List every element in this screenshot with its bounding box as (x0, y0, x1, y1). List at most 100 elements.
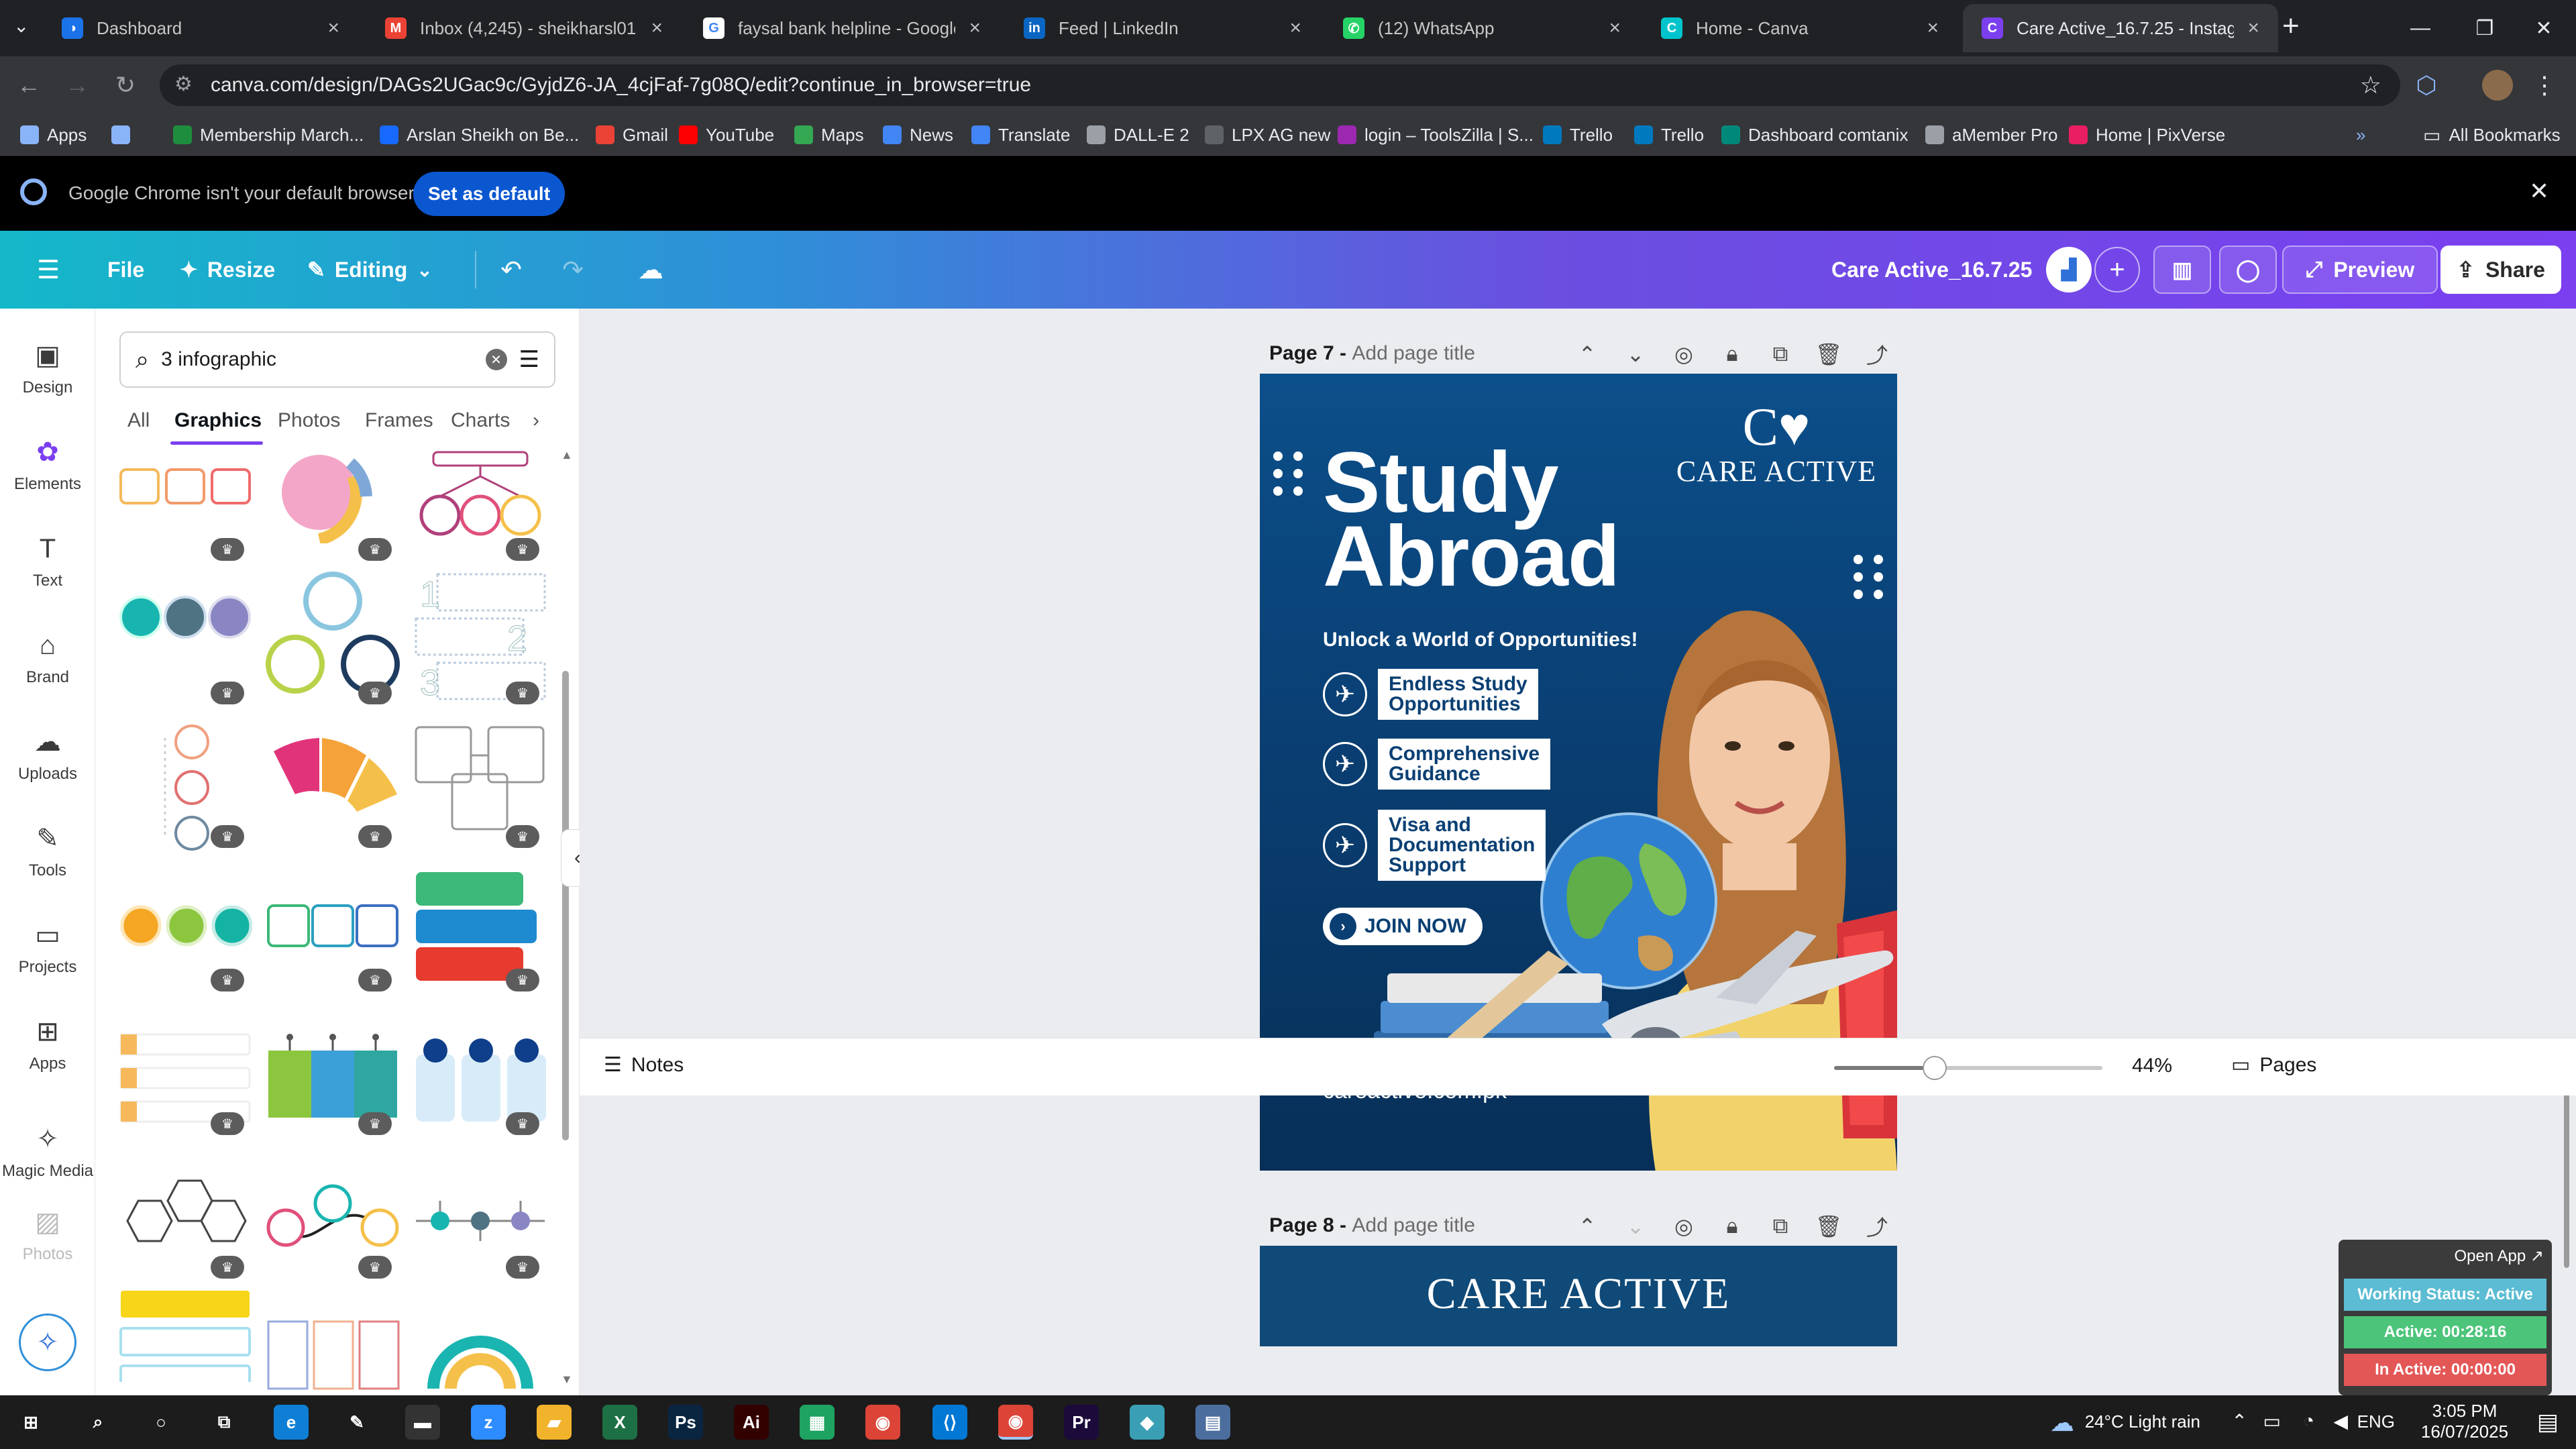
file-menu-button[interactable]: File (107, 250, 144, 290)
all-bookmarks-button[interactable]: ▭ All Bookmarks (2423, 122, 2561, 148)
team-avatar[interactable]: ▟ (2046, 247, 2092, 292)
graphic-item[interactable] (413, 1030, 547, 1165)
tray-chevron-icon[interactable]: ⌃ (2232, 1410, 2247, 1432)
hide-page-icon[interactable]: ◎ (1670, 1213, 1697, 1240)
network-icon[interactable]: ▭ (2263, 1410, 2281, 1432)
graphic-item[interactable] (118, 899, 253, 1033)
resize-button[interactable]: ✦ Resize (180, 250, 275, 290)
page-7-title[interactable]: Page 7 - Add page title (1269, 342, 1475, 365)
close-tab-icon[interactable]: × (1289, 17, 1301, 40)
bookmark-item[interactable]: YouTube (679, 122, 774, 148)
spreadsheet-icon[interactable]: ▦ (800, 1405, 835, 1440)
reload-icon[interactable]: ↻ (110, 70, 141, 101)
comment-icon[interactable]: ◯ (2219, 246, 2277, 294)
cortana-icon[interactable]: ○ (144, 1405, 178, 1440)
rail-item-photos[interactable]: ▨ Photos (0, 1191, 95, 1279)
main-menu-icon[interactable]: ☰ (30, 251, 67, 288)
bookmark-item[interactable]: Maps (794, 122, 864, 148)
illustrator-icon[interactable]: Ai (734, 1405, 769, 1440)
zoom-icon[interactable]: z (471, 1405, 506, 1440)
duplicate-page-icon[interactable]: ⧉ (1767, 341, 1794, 368)
rail-item-brand[interactable]: ⌂ Brand (0, 614, 95, 702)
more-bookmarks-icon[interactable]: » (2356, 122, 2365, 148)
close-tab-icon[interactable]: × (969, 17, 981, 40)
panel-scroll-thumb[interactable] (562, 671, 569, 1140)
browser-tab[interactable]: ◑ Dashboard × (43, 4, 358, 52)
calculator-icon[interactable]: ▤ (1195, 1405, 1230, 1440)
page-8-title[interactable]: Page 8 - Add page title (1269, 1214, 1475, 1237)
care-active-logo[interactable]: C♥ CARE ACTIVE (1676, 400, 1877, 488)
add-page-icon[interactable]: ⤴ (1864, 341, 1890, 368)
delete-page-icon[interactable]: 🗑︎ (1815, 341, 1843, 368)
move-page-down-icon[interactable]: ⌄ (1622, 341, 1649, 368)
bookmark-item[interactable]: Trello (1543, 122, 1613, 148)
graphic-item[interactable] (266, 449, 400, 584)
share-button[interactable]: ⇪ Share (2440, 246, 2561, 294)
invite-plus-icon[interactable]: + (2094, 247, 2140, 292)
address-bar[interactable]: ⚙ canva.com/design/DAGs2UGac9c/GyjdZ6-JA… (160, 64, 2400, 106)
rail-item-elements[interactable]: ✿ Elements (0, 421, 95, 508)
photoshop-icon[interactable]: Ps (668, 1405, 703, 1440)
open-app-link[interactable]: Open App ↗ (2454, 1246, 2544, 1266)
feature-item[interactable]: ✈ Visa and Documentation Support (1323, 810, 1546, 881)
pages-button[interactable]: ▭ Pages (2231, 1053, 2316, 1077)
page-8-title-placeholder[interactable]: Add page title (1352, 1214, 1474, 1236)
bookmark-item[interactable]: Dashboard comtanix (1721, 122, 1908, 148)
magic-assistant-icon[interactable]: ✧ (19, 1313, 76, 1371)
close-window-button[interactable]: ✕ (2512, 0, 2576, 56)
undo-icon[interactable]: ↶ (492, 251, 530, 288)
tab-frames[interactable]: Frames (365, 409, 433, 432)
bookmark-item[interactable]: Translate (971, 122, 1070, 148)
minimize-button[interactable]: — (2388, 0, 2453, 56)
close-tab-icon[interactable]: × (1927, 17, 1939, 40)
graphic-item[interactable] (266, 1030, 400, 1165)
app-icon[interactable]: ◆ (1130, 1405, 1165, 1440)
bookmark-item[interactable]: LPX AG new (1205, 122, 1330, 148)
page-8-artwork[interactable]: CARE ACTIVE (1260, 1246, 1897, 1346)
bookmark-item[interactable] (111, 122, 138, 148)
lock-page-icon[interactable]: 🔒︎ (1719, 1213, 1746, 1240)
bookmark-item[interactable]: Gmail (596, 122, 668, 148)
zoom-percentage[interactable]: 44% (2132, 1055, 2172, 1077)
premiere-icon[interactable]: Pr (1064, 1405, 1099, 1440)
new-tab-button[interactable]: + (2282, 9, 2300, 43)
bookmark-item[interactable]: Trello (1634, 122, 1704, 148)
restore-button[interactable]: ❐ (2453, 0, 2517, 56)
notifications-icon[interactable]: ▤ (2537, 1409, 2559, 1436)
back-arrow-icon[interactable]: ← (13, 70, 44, 101)
graphic-item[interactable] (266, 1174, 400, 1308)
search-input[interactable]: 3 infographic (161, 348, 473, 371)
design-tagline[interactable]: Unlock a World of Opportunities! (1323, 629, 1638, 651)
bookmark-star-icon[interactable]: ☆ (2360, 71, 2381, 99)
move-page-up-icon[interactable]: ⌃ (1574, 341, 1601, 368)
feature-item[interactable]: ✈ Endless Study Opportunities (1323, 669, 1538, 720)
bookmark-item[interactable]: DALL-E 2 (1087, 122, 1189, 148)
move-page-down-icon[interactable]: ⌄ (1622, 1213, 1649, 1240)
graphic-item[interactable] (413, 449, 547, 584)
feature-item[interactable]: ✈ Comprehensive Guidance (1323, 739, 1551, 790)
browser-tab[interactable]: C Home - Canva × (1642, 4, 1957, 52)
bookmark-item[interactable]: News (883, 122, 953, 148)
delete-page-icon[interactable]: 🗑︎ (1815, 1213, 1843, 1240)
hide-page-icon[interactable]: ◎ (1670, 341, 1697, 368)
zoom-slider-handle[interactable] (1923, 1056, 1947, 1080)
close-infobar-icon[interactable]: ✕ (2529, 177, 2549, 205)
forward-arrow-icon[interactable]: → (62, 70, 93, 101)
bookmark-item[interactable]: Home | PixVerse (2069, 122, 2225, 148)
page-7-title-placeholder[interactable]: Add page title (1352, 342, 1474, 364)
set-default-button[interactable]: Set as default (413, 172, 565, 216)
volume-icon[interactable]: ◀︎ (2333, 1410, 2348, 1432)
filter-icon[interactable]: ☰ (519, 346, 539, 373)
bookmark-item[interactable]: Apps (20, 122, 87, 148)
close-tab-icon[interactable]: × (2247, 17, 2259, 40)
browser-tab[interactable]: ✆ (12) WhatsApp × (1324, 4, 1640, 52)
chrome-menu-icon[interactable]: ⋮ (2529, 70, 2560, 101)
add-page-icon[interactable]: ⤴ (1864, 1213, 1890, 1240)
language-indicator[interactable]: ENG (2357, 1411, 2395, 1432)
tab-all[interactable]: All (127, 409, 150, 432)
tab-charts[interactable]: Charts (451, 409, 510, 432)
excel-icon[interactable]: X (602, 1405, 637, 1440)
rail-item-uploads[interactable]: ☁ Uploads (0, 711, 95, 798)
duplicate-page-icon[interactable]: ⧉ (1767, 1213, 1794, 1240)
browser-tab[interactable]: M Inbox (4,245) - sheikharsl01@g × (366, 4, 682, 52)
